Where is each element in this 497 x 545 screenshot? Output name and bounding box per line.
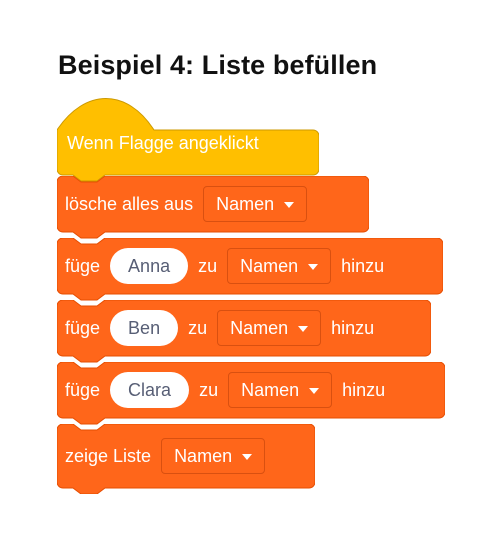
delete-all-block[interactable]: lösche alles aus Namen <box>57 176 369 239</box>
block-label: füge <box>65 317 101 338</box>
chevron-down-icon <box>309 388 320 394</box>
chevron-down-icon <box>242 454 253 460</box>
block-label-suffix: hinzu <box>331 317 375 338</box>
block-label-suffix: hinzu <box>341 255 385 276</box>
list-dropdown[interactable]: Namen <box>161 438 266 474</box>
value-input[interactable]: Clara <box>110 372 190 408</box>
chevron-down-icon <box>298 326 309 332</box>
list-dropdown-value: Namen <box>230 317 289 338</box>
value-input[interactable]: Ben <box>110 310 179 346</box>
block-label-suffix: hinzu <box>342 379 386 400</box>
page-title: Beispiel 4: Liste befüllen <box>58 50 378 80</box>
list-dropdown[interactable]: Namen <box>227 248 332 284</box>
block-label: füge <box>65 379 101 400</box>
block-label: lösche alles aus <box>65 193 194 214</box>
block-label-zu: zu <box>198 255 218 276</box>
list-dropdown-value: Namen <box>241 379 300 400</box>
show-list-block[interactable]: zeige Liste Namen <box>57 424 315 494</box>
hat-block-label: Wenn Flagge angeklickt <box>67 133 259 153</box>
chevron-down-icon <box>284 202 295 208</box>
add-to-list-block[interactable]: füge Clara zu Namen hinzu <box>57 362 445 425</box>
add-to-list-block[interactable]: füge Anna zu Namen hinzu <box>57 238 443 301</box>
block-label: füge <box>65 255 101 276</box>
list-dropdown[interactable]: Namen <box>203 186 308 222</box>
when-flag-clicked-block[interactable]: Wenn Flagge angeklickt <box>57 93 319 182</box>
list-dropdown-value: Namen <box>216 193 275 214</box>
chevron-down-icon <box>308 264 319 270</box>
list-dropdown-value: Namen <box>240 255 299 276</box>
block-label: zeige Liste <box>65 445 152 466</box>
list-dropdown-value: Namen <box>174 445 233 466</box>
block-label-zu: zu <box>188 317 208 338</box>
list-dropdown[interactable]: Namen <box>228 372 333 408</box>
list-dropdown[interactable]: Namen <box>217 310 322 346</box>
value-input[interactable]: Anna <box>110 248 189 284</box>
block-label-zu: zu <box>199 379 219 400</box>
add-to-list-block[interactable]: füge Ben zu Namen hinzu <box>57 300 431 363</box>
